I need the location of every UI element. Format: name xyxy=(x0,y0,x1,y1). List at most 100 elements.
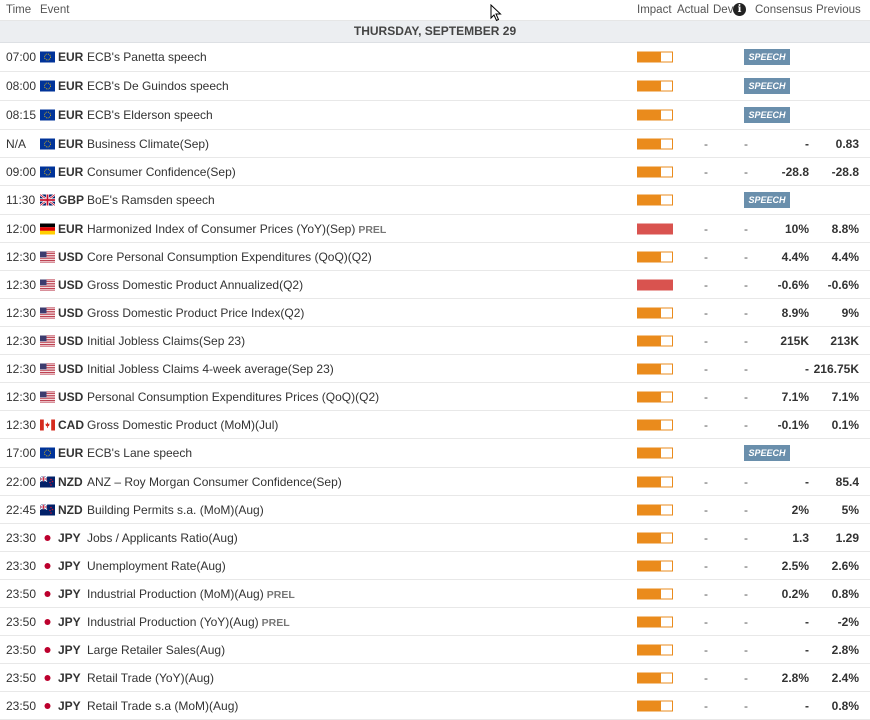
event-name[interactable]: BoE's Ramsden speech xyxy=(87,193,215,207)
event-name[interactable]: Jobs / Applicants Ratio(Aug) xyxy=(87,531,238,545)
currency-code: USD xyxy=(58,333,84,348)
previous-value: -2% xyxy=(837,614,859,629)
event-row[interactable]: 23:50 JPY Industrial Production (YoY)(Aug)… xyxy=(0,608,870,636)
speech-badge: SPEECH xyxy=(744,107,790,123)
actual-value: - xyxy=(704,277,708,292)
actual-value: - xyxy=(704,670,708,685)
actual-column-header[interactable]: Actual xyxy=(677,4,709,16)
event-row[interactable]: 12:30 USD Gross Domestic Product Price Ind… xyxy=(0,299,870,327)
currency-code: JPY xyxy=(58,642,81,657)
event-time: 08:00 xyxy=(6,79,37,93)
event-name[interactable]: Retail Trade s.a (MoM)(Aug) xyxy=(87,699,238,713)
event-name[interactable]: ECB's Panetta speech xyxy=(87,50,207,64)
event-name[interactable]: ECB's De Guindos speech xyxy=(87,79,229,93)
deviation-value: - xyxy=(744,558,748,573)
dev-column-header[interactable]: Dev xyxy=(713,4,733,16)
event-row[interactable]: 12:30 USD Core Personal Consumption Expend… xyxy=(0,243,870,271)
previous-value: -0.6% xyxy=(827,277,859,292)
event-name[interactable]: Industrial Production (MoM)(Aug) PREL xyxy=(87,587,295,601)
event-name[interactable]: Business Climate(Sep) xyxy=(87,137,209,151)
event-row[interactable]: N/A EUR Business Climate(Sep) - - - 0.83 xyxy=(0,130,870,158)
japan-flag-icon xyxy=(40,560,55,571)
previous-value: 1.29 xyxy=(835,530,859,545)
event-row[interactable]: 12:30 CAD Gross Domestic Product (MoM)(Jul… xyxy=(0,411,870,439)
impact-column-header[interactable]: Impact xyxy=(637,4,672,16)
event-name[interactable]: Industrial Production (YoY)(Aug) PREL xyxy=(87,615,290,629)
previous-value: 5% xyxy=(841,502,859,517)
event-name[interactable]: Initial Jobless Claims 4-week average(Se… xyxy=(87,362,334,376)
impact-indicator xyxy=(637,109,673,121)
eu-flag-icon xyxy=(40,80,55,92)
currency-code: GBP xyxy=(58,193,85,207)
event-name[interactable]: Gross Domestic Product (MoM)(Jul) xyxy=(87,418,278,432)
event-row[interactable]: 23:30 JPY Jobs / Applicants Ratio(Aug) - - 1.… xyxy=(0,524,870,552)
event-row[interactable]: 23:30 JPY Unemployment Rate(Aug) - - 2.5% 2.6% xyxy=(0,552,870,580)
event-row[interactable]: 23:50 JPY Retail Trade s.a (MoM)(Aug) - - - 0.… xyxy=(0,692,870,720)
previous-value: 216.75K xyxy=(813,361,859,376)
event-row[interactable]: 12:30 USD Personal Consumption Expenditure… xyxy=(0,383,870,411)
event-row[interactable]: 08:00 EUR ECB's De Guindos speech SPEECH xyxy=(0,72,870,101)
us-flag-icon xyxy=(40,251,55,262)
event-row[interactable]: 09:00 EUR Consumer Confidence(Sep) - - -28.8 -… xyxy=(0,158,870,186)
event-row[interactable]: 08:15 EUR ECB's Elderson speech SPEECH xyxy=(0,101,870,130)
event-time: 23:50 xyxy=(6,670,37,685)
event-row[interactable]: 12:30 USD Gross Domestic Product Annualize… xyxy=(0,271,870,299)
event-name[interactable]: Retail Trade (YoY)(Aug) xyxy=(87,671,214,685)
event-time: 12:30 xyxy=(6,277,37,292)
event-name[interactable]: ANZ – Roy Morgan Consumer Confidence(Sep… xyxy=(87,475,342,489)
event-row[interactable]: 12:30 USD Initial Jobless Claims(Sep 23) - -… xyxy=(0,327,870,355)
event-row[interactable]: 12:00 EUR Harmonized Index of Consumer Pri… xyxy=(0,215,870,243)
event-time: 12:30 xyxy=(6,417,37,432)
event-row[interactable]: 12:30 USD Initial Jobless Claims 4-week av… xyxy=(0,355,870,383)
event-name[interactable]: Building Permits s.a. (MoM)(Aug) xyxy=(87,503,264,517)
event-time: 23:50 xyxy=(6,614,37,629)
info-icon[interactable]: i xyxy=(733,3,746,16)
japan-flag-icon xyxy=(40,672,55,683)
deviation-value: - xyxy=(744,221,748,236)
consensus-value: - xyxy=(805,642,809,657)
actual-value: - xyxy=(704,614,708,629)
currency-code: EUR xyxy=(58,108,84,122)
consensus-value: - xyxy=(805,614,809,629)
event-name[interactable]: Unemployment Rate(Aug) xyxy=(87,559,226,573)
event-row[interactable]: 17:00 EUR ECB's Lane speech SPEECH xyxy=(0,439,870,468)
event-name[interactable]: Personal Consumption Expenditures Prices… xyxy=(87,390,379,404)
event-name[interactable]: Consumer Confidence(Sep) xyxy=(87,165,236,179)
us-flag-icon xyxy=(40,391,55,402)
event-name[interactable]: Core Personal Consumption Expenditures (… xyxy=(87,250,372,264)
eu-flag-icon xyxy=(40,109,55,121)
currency-code: JPY xyxy=(58,530,81,545)
currency-code: JPY xyxy=(58,670,81,685)
event-name[interactable]: Gross Domestic Product Annualized(Q2) xyxy=(87,278,303,292)
impact-indicator xyxy=(637,335,673,346)
event-column-header[interactable]: Event xyxy=(40,4,69,16)
event-row[interactable]: 23:50 JPY Large Retailer Sales(Aug) - - - 2.8% xyxy=(0,636,870,664)
deviation-value: - xyxy=(744,277,748,292)
event-row[interactable]: 11:30 GBP BoE's Ramsden speech SPEECH xyxy=(0,186,870,215)
previous-value: 2.8% xyxy=(831,642,859,657)
time-column-header[interactable]: Time xyxy=(6,4,31,16)
eu-flag-icon xyxy=(40,51,55,63)
currency-code: USD xyxy=(58,249,84,264)
event-row[interactable]: 23:50 JPY Retail Trade (YoY)(Aug) - - 2.8% 2.4… xyxy=(0,664,870,692)
deviation-value: - xyxy=(744,305,748,320)
event-row[interactable]: 22:00 NZD ANZ – Roy Morgan Consumer Confid… xyxy=(0,468,870,496)
event-time: 17:00 xyxy=(6,446,37,460)
impact-indicator xyxy=(637,588,673,599)
event-title: Large Retailer Sales(Aug) xyxy=(87,642,226,657)
consensus-column-header[interactable]: Consensus xyxy=(755,4,813,16)
actual-value: - xyxy=(704,474,708,489)
event-row[interactable]: 22:45 NZD Building Permits s.a. (MoM)(Aug)… xyxy=(0,496,870,524)
event-name[interactable]: Gross Domestic Product Price Index(Q2) xyxy=(87,306,304,320)
event-row[interactable]: 07:00 EUR ECB's Panetta speech SPEECH xyxy=(0,43,870,72)
event-name[interactable]: Harmonized Index of Consumer Prices (YoY… xyxy=(87,222,386,236)
nz-flag-icon xyxy=(39,475,55,487)
event-name[interactable]: Initial Jobless Claims(Sep 23) xyxy=(87,334,245,348)
event-name[interactable]: ECB's Lane speech xyxy=(87,446,192,460)
event-name[interactable]: Large Retailer Sales(Aug) xyxy=(87,643,225,657)
previous-column-header[interactable]: Previous xyxy=(816,4,861,16)
event-title: Unemployment Rate(Aug) xyxy=(87,558,226,573)
event-row[interactable]: 23:50 JPY Industrial Production (MoM)(Aug)… xyxy=(0,580,870,608)
event-name[interactable]: ECB's Elderson speech xyxy=(87,108,213,122)
event-title: Jobs / Applicants Ratio(Aug) xyxy=(87,530,238,545)
